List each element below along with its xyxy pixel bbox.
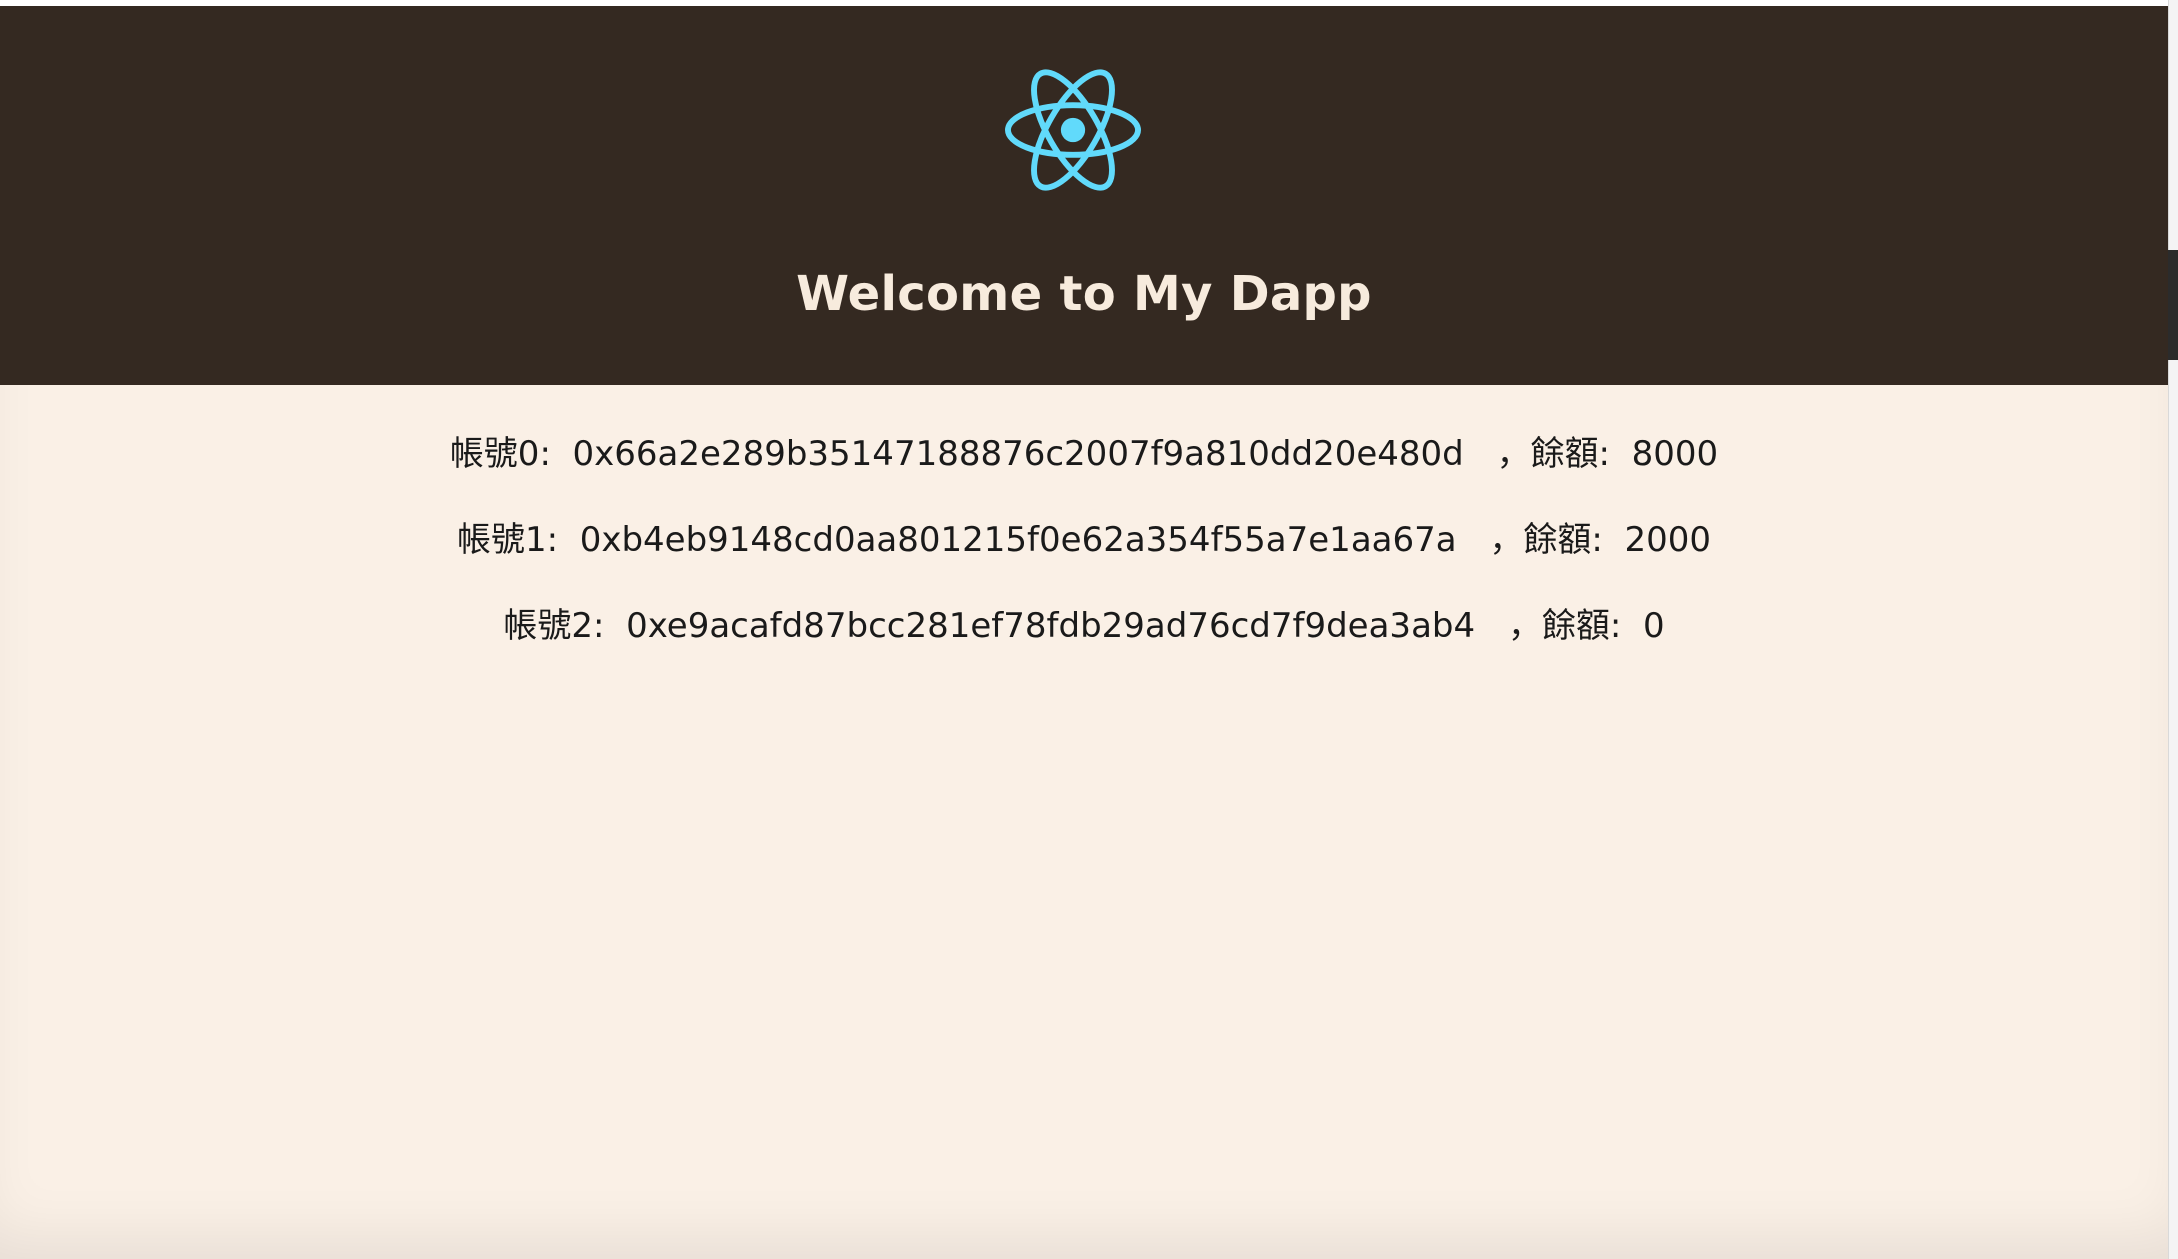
adjacent-window-edge [2168, 0, 2178, 1259]
account-label: 帳號1: [456, 520, 569, 560]
account-address: 0x66a2e289b35147188876c2007f9a810dd20e48… [572, 434, 1464, 474]
account-balance: 0 [1643, 606, 1665, 646]
account-label: 帳號0: [449, 434, 562, 474]
balance-label: ，餘額: [1489, 520, 1614, 560]
app-window: Welcome to My Dapp 帳號0: 0x66a2e289b35147… [0, 6, 2168, 1259]
account-row: 帳號1: 0xb4eb9148cd0aa801215f0e62a354f55a7… [0, 512, 2168, 598]
account-balance: 8000 [1631, 434, 1719, 474]
app-header: Welcome to My Dapp [0, 6, 2168, 385]
react-atom-icon [1005, 69, 1141, 191]
screen: Welcome to My Dapp 帳號0: 0x66a2e289b35147… [0, 0, 2178, 1259]
app-title: Welcome to My Dapp [796, 266, 1372, 322]
balance-label: ，餘額: [1496, 434, 1621, 474]
account-balance: 2000 [1624, 520, 1712, 560]
balance-label: ，餘額: [1507, 606, 1633, 646]
account-row: 帳號2: 0xe9acafd87bcc281ef78fdb29ad76cd7f9… [0, 598, 2168, 684]
account-address: 0xb4eb9148cd0aa801215f0e62a354f55a7e1aa6… [579, 520, 1457, 560]
account-list: 帳號0: 0x66a2e289b35147188876c2007f9a810dd… [0, 426, 2168, 684]
account-address: 0xe9acafd87bcc281ef78fdb29ad76cd7f9dea3a… [626, 606, 1476, 646]
account-row: 帳號0: 0x66a2e289b35147188876c2007f9a810dd… [0, 426, 2168, 512]
account-label: 帳號2: [503, 606, 616, 646]
adjacent-window-edge-dark [2168, 250, 2178, 360]
